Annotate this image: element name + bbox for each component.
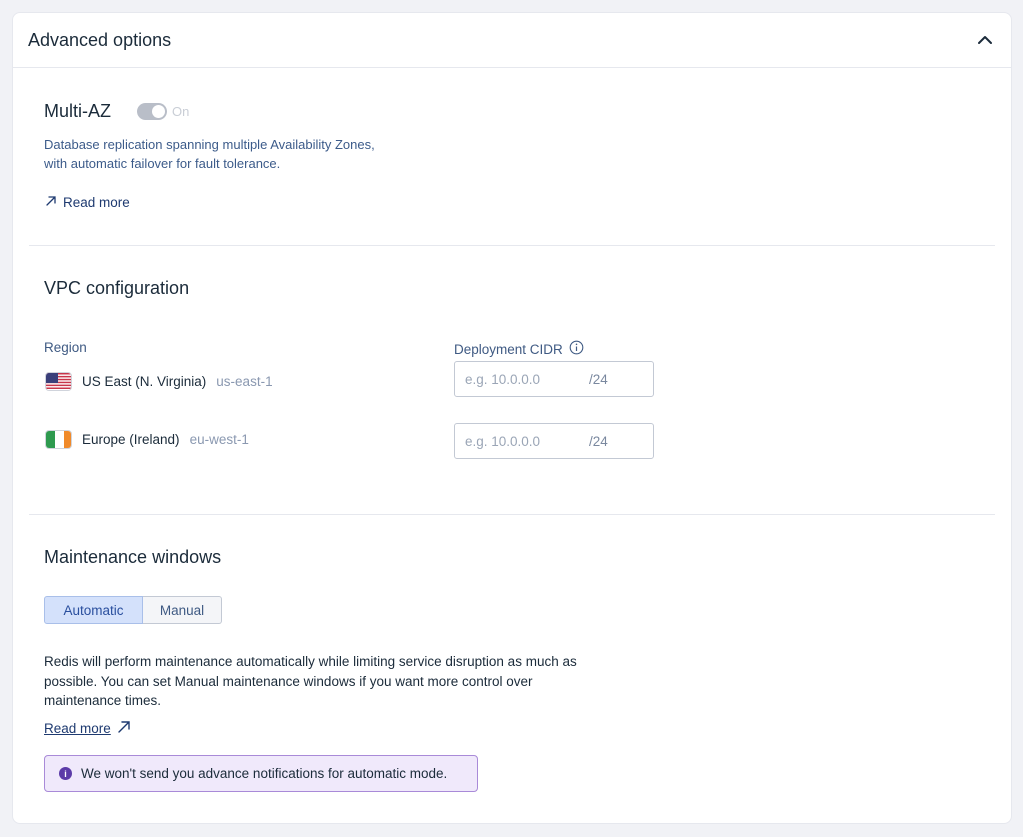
external-link-icon xyxy=(117,720,131,737)
maintenance-description: Redis will perform maintenance automatic… xyxy=(44,654,577,708)
info-icon: i xyxy=(59,767,72,780)
chevron-up-icon[interactable] xyxy=(975,30,995,50)
advanced-options-panel: Advanced options Multi-AZ On Database re… xyxy=(12,12,1012,824)
region-name: Europe (Ireland) xyxy=(82,432,180,447)
automatic-mode-notice: i We won't send you advance notification… xyxy=(44,755,478,792)
external-link-icon xyxy=(45,195,57,210)
vpc-title: VPC configuration xyxy=(44,278,190,298)
region-row-us-east-1: US East (N. Virginia) us-east-1 xyxy=(45,372,273,391)
advanced-options-header[interactable]: Advanced options xyxy=(13,13,1011,68)
notice-text: We won't send you advance notifications … xyxy=(81,766,448,781)
panel-title: Advanced options xyxy=(28,29,172,50)
us-flag-icon xyxy=(45,372,72,391)
maintenance-read-more-link[interactable]: Read more xyxy=(44,720,131,737)
region-name: US East (N. Virginia) xyxy=(82,374,207,389)
cidr-header: Deployment CIDR xyxy=(454,340,584,358)
toggle-switch[interactable] xyxy=(137,103,167,120)
maintenance-title: Maintenance windows xyxy=(44,547,222,567)
region-row-eu-west-1: Europe (Ireland) eu-west-1 xyxy=(45,430,249,449)
tab-manual[interactable]: Manual xyxy=(143,596,222,624)
multi-az-section: Multi-AZ On Database replication spannin… xyxy=(29,68,995,246)
cidr-field-us-east-1[interactable]: /24 xyxy=(454,361,654,397)
region-code: eu-west-1 xyxy=(189,432,249,447)
ireland-flag-icon xyxy=(45,430,72,449)
read-more-label: Read more xyxy=(63,195,130,210)
tab-automatic[interactable]: Automatic xyxy=(44,596,143,624)
vpc-configuration-section: VPC configuration Region Deployment CIDR… xyxy=(29,246,995,515)
region-header: Region xyxy=(44,340,87,355)
cidr-input[interactable] xyxy=(455,371,589,387)
maintenance-windows-section: Maintenance windows Automatic Manual Red… xyxy=(29,515,995,823)
cidr-header-label: Deployment CIDR xyxy=(454,341,563,357)
multi-az-title: Multi-AZ xyxy=(44,101,111,121)
cidr-input[interactable] xyxy=(455,433,589,449)
info-icon[interactable] xyxy=(569,340,584,358)
multi-az-toggle[interactable]: On xyxy=(137,103,189,120)
cidr-suffix: /24 xyxy=(589,371,608,387)
toggle-label: On xyxy=(172,104,190,119)
read-more-label: Read more xyxy=(44,721,111,736)
region-code: us-east-1 xyxy=(216,374,273,389)
multi-az-read-more-link[interactable]: Read more xyxy=(45,195,130,210)
maintenance-mode-toggle: Automatic Manual xyxy=(44,596,222,624)
toggle-knob xyxy=(152,105,165,118)
cidr-field-eu-west-1[interactable]: /24 xyxy=(454,423,654,459)
cidr-suffix: /24 xyxy=(589,433,608,449)
multi-az-description: Database replication spanning multiple A… xyxy=(44,137,375,171)
